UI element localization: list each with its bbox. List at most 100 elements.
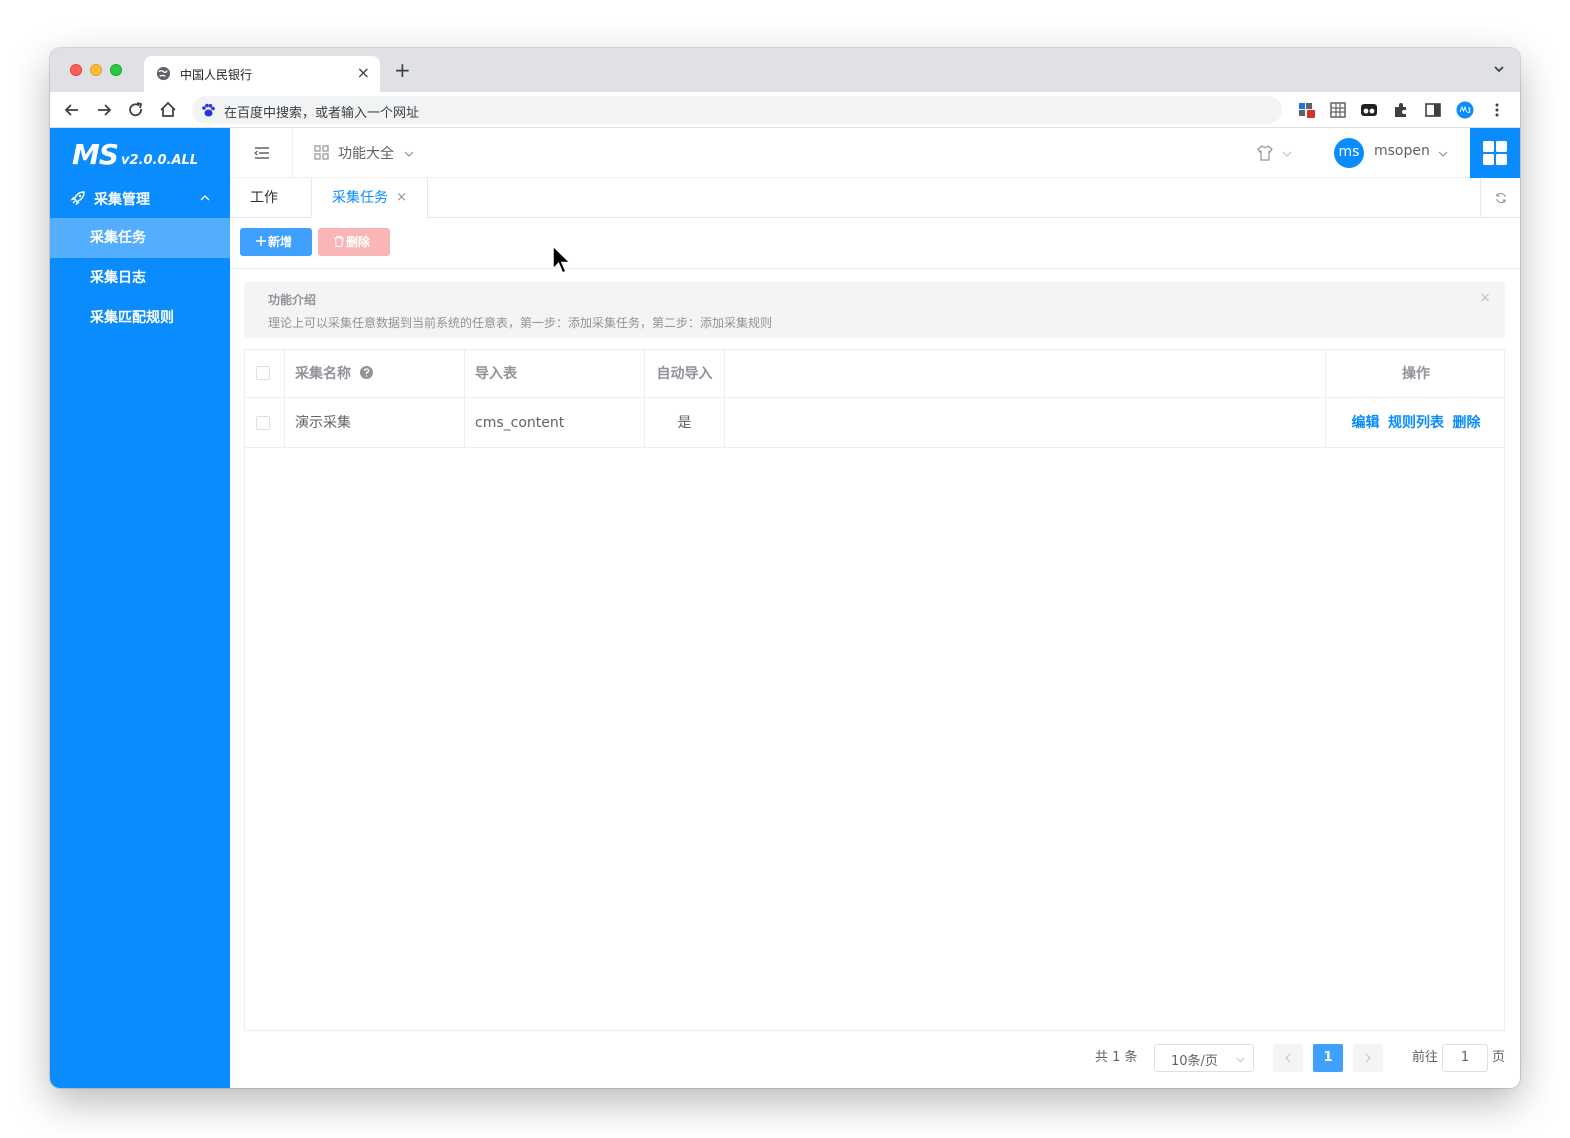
delete-button-label: 删除	[346, 235, 371, 249]
rule-list-link[interactable]: 规则列表	[1388, 415, 1444, 431]
tab-close-button[interactable]: ×	[396, 178, 407, 218]
tab-workbench[interactable]: 工作台	[230, 178, 312, 246]
forward-arrow-icon[interactable]	[94, 100, 114, 120]
pagination-total: 共 1 条	[1095, 1050, 1138, 1065]
next-page-button[interactable]	[1353, 1044, 1383, 1072]
chevron-down-icon	[1282, 151, 1292, 157]
puzzle-icon[interactable]	[1392, 101, 1410, 119]
goto-unit: 页	[1492, 1050, 1506, 1065]
browser-toolbar: 在百度中搜索，或者输入一个网址	[50, 92, 1520, 128]
top-header: 功能大全 ms msopen	[230, 128, 1520, 178]
alert-description: 理论上可以采集任意数据到当前系统的任意表，第一步：添加采集任务，第二步：添加采集…	[268, 316, 773, 330]
column-header-table: 导入表	[465, 350, 645, 398]
sidebar-group-collect-management[interactable]: 采集管理	[50, 178, 230, 218]
sidebar-item-label: 采集匹配规则	[90, 310, 174, 326]
goto-label: 前往	[1412, 1050, 1439, 1065]
table-cell-auto-import: 是	[645, 398, 725, 448]
row-checkbox[interactable]	[256, 416, 270, 430]
refresh-icon	[1496, 192, 1506, 204]
column-header-operation: 操作	[1326, 350, 1506, 398]
column-header-label: 采集名称	[295, 366, 351, 382]
minimize-window-button[interactable]	[90, 64, 102, 76]
header-divider	[292, 128, 293, 178]
app-logo[interactable]: MS v2.0.0.ALL	[72, 138, 199, 171]
close-window-button[interactable]	[70, 64, 82, 76]
tab-close-button[interactable]: ×	[357, 63, 370, 82]
address-bar[interactable]: 在百度中搜索，或者输入一个网址	[192, 96, 1282, 124]
sidebar-item-label: 采集日志	[90, 270, 146, 286]
globe-icon	[156, 66, 171, 81]
page-size-select[interactable]: 10条/页	[1154, 1044, 1254, 1072]
table-row-select-cell	[245, 398, 285, 448]
grid-extension-icon[interactable]	[1329, 101, 1347, 119]
trash-icon	[334, 236, 344, 247]
page-number-current[interactable]: 1	[1313, 1044, 1343, 1072]
maximize-window-button[interactable]	[110, 64, 122, 76]
apps-grid-icon	[314, 145, 329, 160]
username-dropdown[interactable]: msopen	[1374, 143, 1430, 159]
plus-icon	[256, 236, 266, 246]
question-circle-icon[interactable]	[359, 366, 373, 379]
sidebar-item-collect-task[interactable]: 采集任务	[50, 218, 230, 258]
prev-page-button[interactable]	[1273, 1044, 1303, 1072]
profile-avatar-icon[interactable]	[1456, 101, 1474, 119]
info-alert: 功能介绍 理论上可以采集任意数据到当前系统的任意表，第一步：添加采集任务，第二步…	[244, 282, 1505, 338]
back-arrow-icon[interactable]	[62, 100, 82, 120]
add-button[interactable]: 新增	[240, 228, 312, 256]
app-switcher-button[interactable]	[1470, 128, 1520, 178]
rocket-icon	[70, 191, 85, 206]
edit-link[interactable]: 编辑	[1352, 415, 1380, 431]
chevron-right-icon	[1365, 1053, 1371, 1063]
chevron-down-icon[interactable]	[1492, 62, 1506, 76]
kebab-menu-icon[interactable]	[1488, 101, 1506, 119]
browser-titlebar: 中国人民银行 × +	[50, 48, 1520, 92]
four-squares-icon	[1483, 141, 1507, 165]
incognito-extension-icon[interactable]	[1360, 101, 1378, 119]
column-header-name: 采集名称	[285, 350, 465, 398]
sidebar-item-collect-rules[interactable]: 采集匹配规则	[50, 298, 230, 338]
delete-link[interactable]: 删除	[1452, 415, 1480, 431]
function-menu-dropdown[interactable]: 功能大全	[338, 143, 394, 163]
tab-title: 中国人民银行	[180, 68, 253, 82]
address-bar-placeholder: 在百度中搜索，或者输入一个网址	[224, 106, 420, 121]
table-cell-empty	[725, 398, 1326, 448]
browser-window: 中国人民银行 × + 在百度中搜索，或者输入一个网址 MS v2.0.0.ALL	[50, 48, 1520, 1088]
chevron-left-icon	[1285, 1053, 1291, 1063]
baidu-paw-icon	[202, 103, 215, 117]
page-size-value: 10条/页	[1171, 1054, 1218, 1069]
refresh-button[interactable]	[1480, 178, 1520, 218]
app-root: MS v2.0.0.ALL 采集管理 采集任务 采集日志 采集匹配规则 功能大全…	[50, 128, 1520, 1088]
alert-close-button[interactable]: ×	[1479, 290, 1491, 306]
new-tab-button[interactable]: +	[394, 60, 411, 80]
logo-version: v2.0.0.ALL	[121, 153, 199, 168]
chevron-down-icon	[1236, 1057, 1245, 1063]
sidebar: MS v2.0.0.ALL 采集管理 采集任务 采集日志 采集匹配规则	[50, 128, 230, 1088]
mouse-cursor-icon	[552, 245, 572, 274]
sidebar-item-label: 采集任务	[90, 230, 146, 246]
column-header-empty	[725, 350, 1326, 398]
browser-tab[interactable]: 中国人民银行 ×	[144, 56, 380, 92]
page-tabs-bar: 工作台 采集任务 ×	[230, 178, 1520, 246]
user-avatar[interactable]: ms	[1334, 138, 1364, 168]
tab-label: 采集任务	[332, 190, 388, 206]
add-button-label: 新增	[268, 235, 293, 249]
main-content: 新增 删除 功能介绍 理论上可以采集任意数据到当前系统的任意表，第一步：添加采集…	[230, 218, 1520, 1088]
collect-task-table: 采集名称 导入表 自动导入 操作 演示采集 cms_content 是 编辑 规…	[244, 349, 1506, 1031]
theme-shirt-icon[interactable]	[1256, 144, 1274, 162]
delete-button[interactable]: 删除	[318, 228, 390, 256]
toolbar-divider	[230, 268, 1520, 269]
table-cell-table: cms_content	[465, 398, 645, 448]
home-icon[interactable]	[158, 100, 178, 120]
select-all-checkbox[interactable]	[256, 366, 270, 380]
reload-icon[interactable]	[126, 100, 146, 120]
column-header-auto-import: 自动导入	[645, 350, 725, 398]
extension-tiles-icon[interactable]	[1298, 101, 1316, 119]
side-panel-icon[interactable]	[1424, 101, 1442, 119]
goto-page-input[interactable]: 1	[1442, 1044, 1488, 1072]
sidebar-item-collect-log[interactable]: 采集日志	[50, 258, 230, 298]
tab-collect-task[interactable]: 采集任务 ×	[312, 178, 428, 219]
sidebar-group-label: 采集管理	[94, 192, 150, 208]
collapse-menu-icon[interactable]	[254, 145, 270, 161]
logo-text: MS	[72, 138, 119, 171]
chevron-down-icon	[1438, 151, 1448, 157]
